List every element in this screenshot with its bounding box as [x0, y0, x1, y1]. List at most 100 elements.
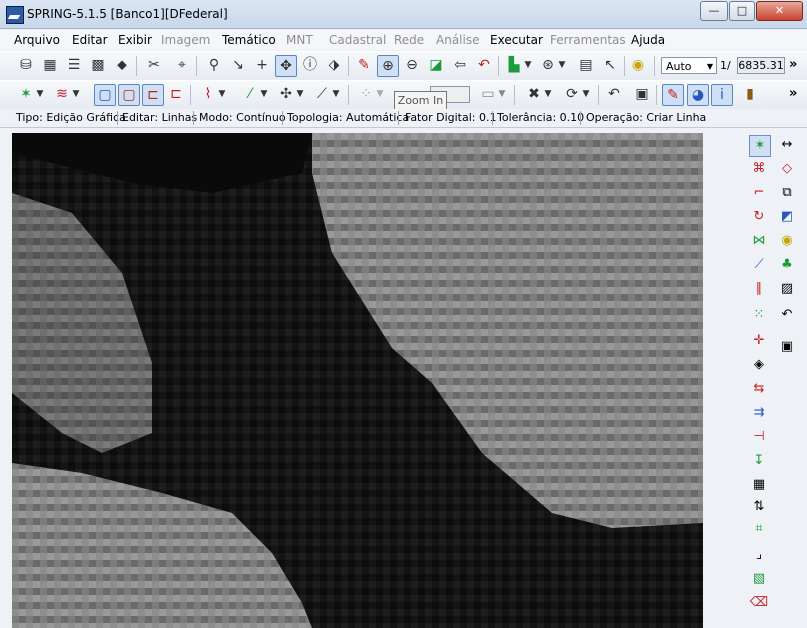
toolbar-overflow-button[interactable]: » — [789, 57, 797, 72]
chevron-down-icon[interactable]: ▼ — [580, 84, 592, 104]
pan-icon[interactable]: ✥ — [275, 55, 297, 77]
insert-point-icon[interactable]: ↧ — [749, 451, 769, 471]
move-arrows-icon[interactable]: ↔ — [777, 135, 797, 155]
menu-tematico[interactable]: Temático — [222, 33, 276, 47]
info-icon[interactable]: ⓘ — [300, 55, 320, 75]
table-icon[interactable]: ▭ — [478, 84, 498, 104]
undo-icon[interactable]: ↶ — [604, 84, 624, 104]
snap-icon[interactable]: ⇉ — [749, 403, 769, 423]
crosshair-icon[interactable]: + — [252, 55, 272, 75]
project-icon[interactable]: ▦ — [40, 55, 60, 75]
menu-analise[interactable]: Análise — [436, 33, 479, 47]
red-bracket-icon[interactable]: ⊏ — [142, 84, 164, 106]
undo-zoom-icon[interactable]: ↶ — [474, 55, 494, 75]
up-down-icon[interactable]: ⇅ — [749, 497, 769, 517]
blue-square-icon[interactable]: ▢ — [94, 84, 116, 106]
scale-value-field[interactable]: 6835.31 — [737, 57, 785, 74]
maximize-button[interactable]: □ — [729, 1, 755, 21]
tag-icon[interactable]: ⬗ — [324, 55, 344, 75]
zoom-area-icon[interactable]: ◪ — [426, 55, 446, 75]
ruler-icon[interactable]: ▤ — [576, 55, 596, 75]
parallel-lines-icon[interactable]: ∥ — [749, 279, 769, 299]
line-tool-icon[interactable]: ⁄ — [240, 84, 260, 104]
rotate-icon[interactable]: ↻ — [749, 207, 769, 227]
menu-editar[interactable]: Editar — [72, 33, 108, 47]
join-lines-icon[interactable]: ⋈ — [749, 231, 769, 251]
globe-icon[interactable]: ◕ — [687, 84, 709, 106]
layers-icon[interactable]: ☰ — [64, 55, 84, 75]
plane-icon[interactable]: ▙ — [504, 55, 524, 75]
move-node-icon[interactable]: ✣ — [276, 84, 296, 104]
chevron-down-icon[interactable]: ▼ — [70, 84, 82, 104]
menu-ajuda[interactable]: Ajuda — [631, 33, 665, 47]
delete-icon[interactable]: ✂ — [144, 55, 164, 75]
fill-area-icon[interactable]: ▧ — [749, 569, 769, 589]
red-square-icon[interactable]: ▢ — [118, 84, 140, 106]
edit-node-icon[interactable]: ⌘ — [749, 159, 769, 179]
zoom-out-icon[interactable]: ⊖ — [402, 55, 422, 75]
layers-stack-icon[interactable]: ⧉ — [777, 183, 797, 203]
chevron-down-icon[interactable]: ▼ — [294, 84, 306, 104]
info-i-icon[interactable]: i — [711, 84, 733, 106]
edit-pencil-icon[interactable]: ✎ — [662, 84, 684, 106]
tree-icon[interactable]: ♣ — [777, 255, 797, 275]
chevron-down-icon[interactable]: ▼ — [258, 84, 270, 104]
eraser-icon[interactable]: ⬥ — [112, 55, 132, 75]
menu-arquivo[interactable]: Arquivo — [14, 33, 60, 47]
minimize-button[interactable]: — — [700, 1, 728, 21]
texture-icon[interactable]: ▨ — [777, 279, 797, 299]
chevron-down-icon[interactable]: ▼ — [542, 84, 554, 104]
arrow-down-right-icon[interactable]: ↘ — [228, 55, 248, 75]
erase-line-icon[interactable]: ⌫ — [749, 593, 769, 613]
zoom-level-icon[interactable]: ⊛ — [538, 55, 558, 75]
refresh-icon[interactable]: ⟳ — [562, 84, 582, 104]
chevron-down-icon[interactable]: ▼ — [556, 55, 568, 75]
scale-mode-select[interactable]: Auto ▼ — [661, 57, 717, 74]
chevron-down-icon[interactable]: ▼ — [216, 84, 228, 104]
pencil-icon[interactable]: ✎ — [354, 55, 374, 75]
open-square-icon[interactable]: ⊏ — [166, 84, 186, 104]
database-icon[interactable]: ⛁ — [16, 55, 36, 75]
draw-line-icon[interactable]: ⟋ — [749, 255, 769, 275]
chevron-down-icon[interactable]: ▼ — [496, 84, 508, 104]
chevron-down-icon[interactable]: ▼ — [34, 84, 46, 104]
line-style-icon[interactable]: ≋ — [52, 84, 72, 104]
menu-ferramentas[interactable]: Ferramentas — [550, 33, 626, 47]
reverse-icon[interactable]: ⇆ — [749, 379, 769, 399]
create-line-icon[interactable]: ✶ — [749, 135, 771, 157]
fill-pattern-icon[interactable]: ⁘ — [356, 84, 376, 104]
chevron-down-icon[interactable]: ▼ — [374, 84, 386, 104]
book-icon[interactable]: ▮ — [740, 84, 760, 104]
grid-icon[interactable]: ▩ — [88, 55, 108, 75]
save-icon[interactable]: ▣ — [632, 84, 652, 104]
save-icon[interactable]: ▣ — [777, 337, 797, 357]
palette-icon[interactable]: ◉ — [777, 231, 797, 251]
move-cross-icon[interactable]: ✛ — [749, 331, 769, 351]
map-color-icon[interactable]: ◩ — [777, 207, 797, 227]
menu-cadastral[interactable]: Cadastral — [329, 33, 386, 47]
chevron-down-icon[interactable]: ▼ — [330, 84, 342, 104]
tools-icon[interactable]: ✖ — [524, 84, 544, 104]
undo-icon[interactable]: ↶ — [777, 305, 797, 325]
map-canvas[interactable] — [12, 133, 703, 628]
hatch-icon[interactable]: ▦ — [749, 475, 769, 495]
chevron-down-icon[interactable]: ▼ — [522, 55, 534, 75]
menu-imagem[interactable]: Imagem — [161, 33, 210, 47]
vertex-icon[interactable]: ✶ — [16, 84, 36, 104]
coordinates-icon[interactable]: ⌖ — [172, 55, 192, 75]
toolbar-overflow-button[interactable]: » — [789, 86, 797, 101]
split-icon[interactable]: ⊣ — [749, 427, 769, 447]
reshape-icon[interactable]: ⌐ — [749, 183, 769, 203]
close-button[interactable]: ✕ — [756, 1, 803, 21]
menu-executar[interactable]: Executar — [490, 33, 543, 47]
diamond-arrows-icon[interactable]: ◈ — [749, 355, 769, 375]
zoom-in-icon[interactable]: ⊕ — [377, 55, 399, 77]
menu-exibir[interactable]: Exibir — [118, 33, 152, 47]
menu-mnt[interactable]: MNT — [286, 33, 313, 47]
cursor-icon[interactable]: ↖ — [600, 55, 620, 75]
corner-icon[interactable]: ⌟ — [749, 545, 769, 565]
menu-rede[interactable]: Rede — [394, 33, 424, 47]
grid-points-icon[interactable]: ⁙ — [749, 305, 769, 325]
back-arrow-icon[interactable]: ⇦ — [450, 55, 470, 75]
magnifier-icon[interactable]: ⚲ — [204, 55, 224, 75]
